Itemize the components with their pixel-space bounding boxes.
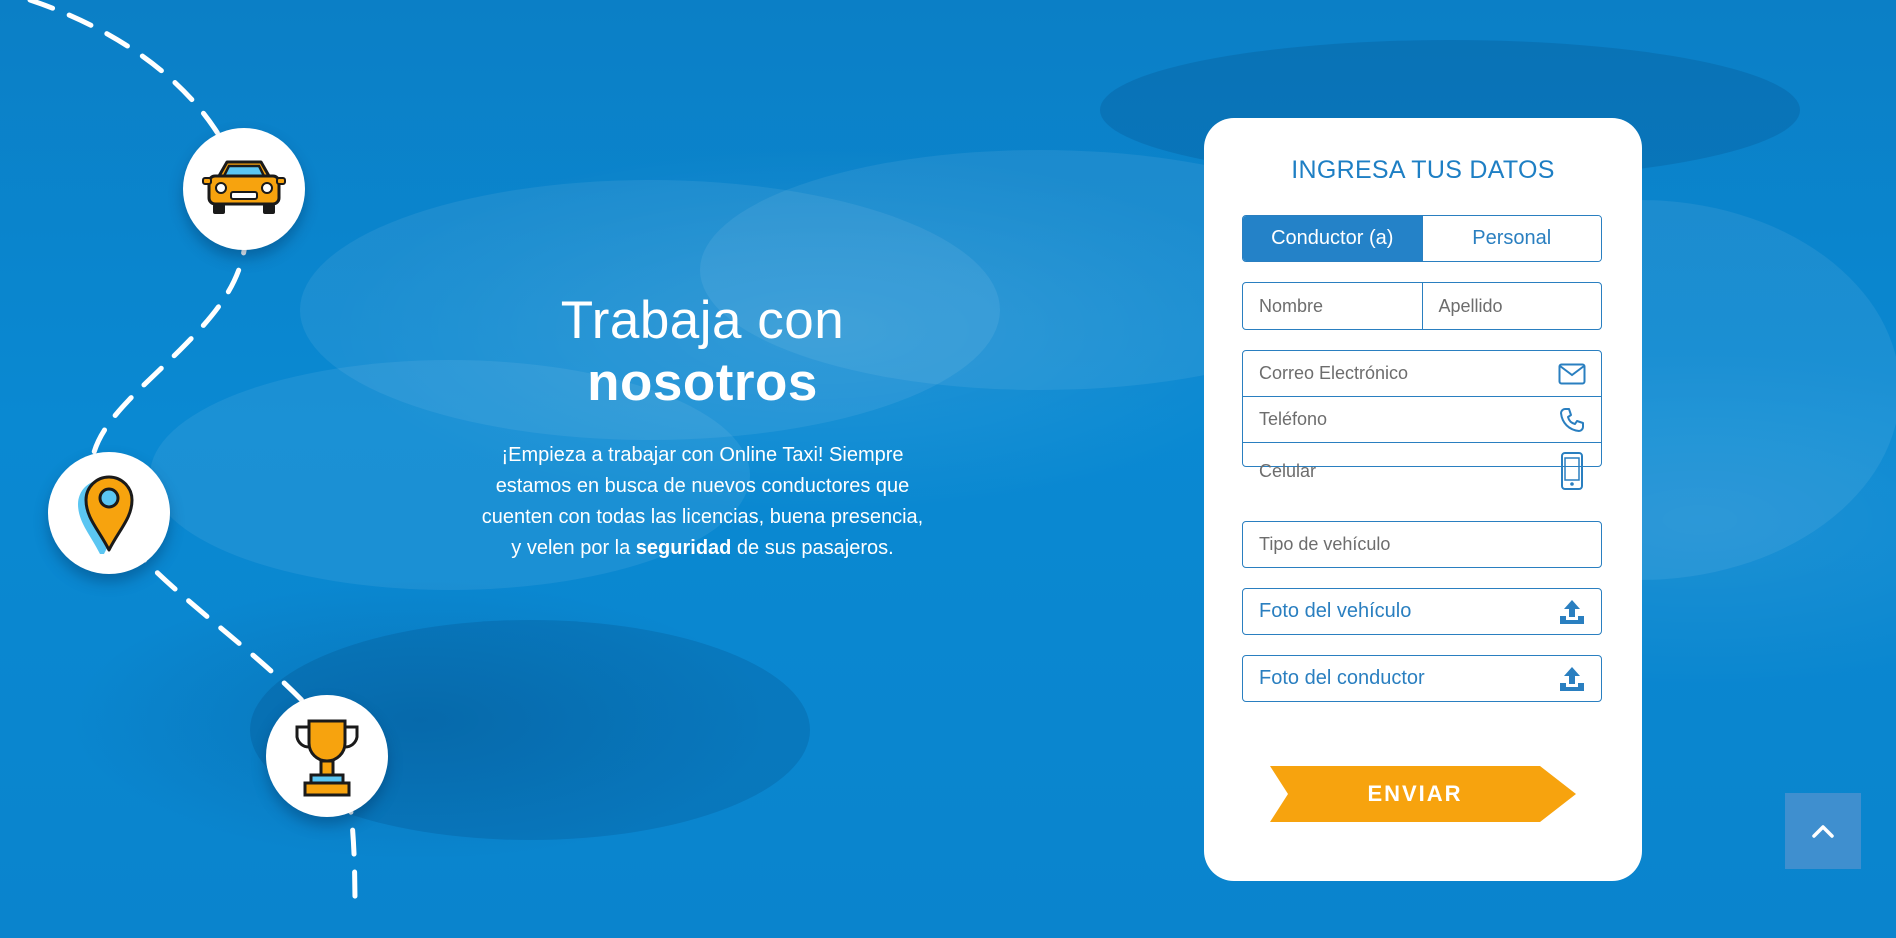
route-node-location — [48, 452, 170, 574]
smartphone-icon — [1561, 452, 1583, 490]
registration-form-card: INGRESA TUS DATOS Conductor (a) Personal… — [1204, 118, 1642, 881]
hero-paragraph-bold: seguridad — [635, 537, 732, 559]
driver-photo-label: Foto del conductor — [1259, 667, 1425, 689]
vehicle-type-input[interactable]: Tipo de vehículo — [1242, 521, 1602, 568]
hero-title: Trabaja con nosotros — [480, 290, 925, 414]
tab-conductor[interactable]: Conductor (a) — [1243, 216, 1422, 261]
driver-photo-upload[interactable]: Foto del conductor — [1242, 655, 1602, 702]
vehicle-photo-label: Foto del vehículo — [1259, 600, 1412, 622]
submit-button-label: ENVIAR — [1367, 781, 1463, 806]
upload-icon — [1560, 666, 1584, 691]
mobile-placeholder: Celular — [1259, 460, 1317, 481]
mail-icon — [1558, 363, 1586, 384]
hero-title-line1: Trabaja con — [560, 291, 845, 350]
phone-field[interactable]: Teléfono — [1243, 397, 1601, 443]
hero-paragraph: ¡Empieza a trabajar con Online Taxi! Sie… — [480, 440, 925, 564]
email-placeholder: Correo Electrónico — [1259, 363, 1409, 383]
map-pin-icon — [78, 475, 134, 554]
form-title: INGRESA TUS DATOS — [1291, 156, 1555, 184]
hero-title-line2: nosotros — [587, 353, 818, 412]
route-node-car — [183, 128, 305, 250]
phone-icon — [1560, 407, 1584, 432]
tab-personal[interactable]: Personal — [1421, 216, 1601, 261]
last-name-input[interactable]: Apellido — [1421, 283, 1602, 329]
upload-icon — [1560, 599, 1584, 624]
contact-fields: Correo Electrónico Teléfono Celular — [1242, 350, 1602, 490]
route-node-trophy — [266, 695, 388, 817]
email-field[interactable]: Correo Electrónico — [1243, 351, 1601, 397]
trophy-icon — [295, 719, 359, 797]
vehicle-photo-upload[interactable]: Foto del vehículo — [1242, 588, 1602, 635]
hero-paragraph-end: de sus pasajeros. — [731, 537, 894, 559]
car-icon — [202, 160, 286, 214]
submit-button[interactable]: ENVIAR — [1270, 766, 1578, 822]
chevron-up-icon — [1812, 825, 1834, 838]
mobile-field[interactable]: Celular — [1243, 443, 1601, 499]
vehicle-type-placeholder: Tipo de vehículo — [1259, 534, 1391, 554]
hero-section: Trabaja con nosotros ¡Empieza a trabajar… — [480, 290, 925, 564]
form-tabs: Conductor (a) Personal — [1242, 215, 1602, 262]
phone-placeholder: Teléfono — [1259, 409, 1328, 429]
scroll-to-top-button[interactable] — [1785, 793, 1861, 869]
first-name-input[interactable]: Nombre — [1243, 283, 1422, 329]
name-fields: Nombre Apellido — [1242, 282, 1602, 330]
